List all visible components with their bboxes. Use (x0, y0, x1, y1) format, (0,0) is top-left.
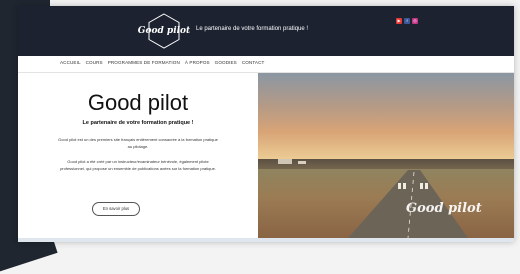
nav-item[interactable]: Programmes de formation (108, 60, 180, 65)
logo-text: Good pilot (137, 26, 191, 36)
website-screenshot: Good pilot Le partenaire de votre format… (18, 6, 514, 242)
hero-paragraph: Good pilot a été créé par un instructeur… (60, 159, 216, 171)
instagram-icon[interactable]: ◎ (412, 18, 418, 24)
nav-item[interactable]: Contact (242, 60, 265, 65)
nav-item[interactable]: Goodies (215, 60, 237, 65)
nav-item[interactable]: À propos (185, 60, 210, 65)
site-header: Good pilot Le partenaire de votre format… (18, 6, 514, 56)
facebook-icon[interactable]: f (404, 18, 410, 24)
hero-photo: Good pilot (258, 73, 514, 238)
hero-paragraph: Good pilot est un des premiers site fran… (58, 137, 218, 149)
photo-watermark-logo: Good pilot (406, 201, 482, 216)
main-nav: Accueil Cours Programmes de formation À pro… (18, 56, 514, 73)
hero-title: Good pilot (87, 90, 189, 115)
site-logo[interactable]: Good pilot (138, 12, 190, 50)
nav-item[interactable]: Cours (86, 60, 103, 65)
social-links: ▶ f ◎ (396, 18, 418, 24)
learn-more-button[interactable]: En savoir plus (92, 202, 140, 216)
hero-subtitle: Le partenaire de votre formation pratiqu… (82, 120, 194, 126)
nav-item[interactable]: Accueil (60, 60, 81, 65)
youtube-icon[interactable]: ▶ (396, 18, 402, 24)
section-divider (18, 238, 514, 242)
header-tagline: Le partenaire de votre formation pratiqu… (196, 26, 309, 32)
